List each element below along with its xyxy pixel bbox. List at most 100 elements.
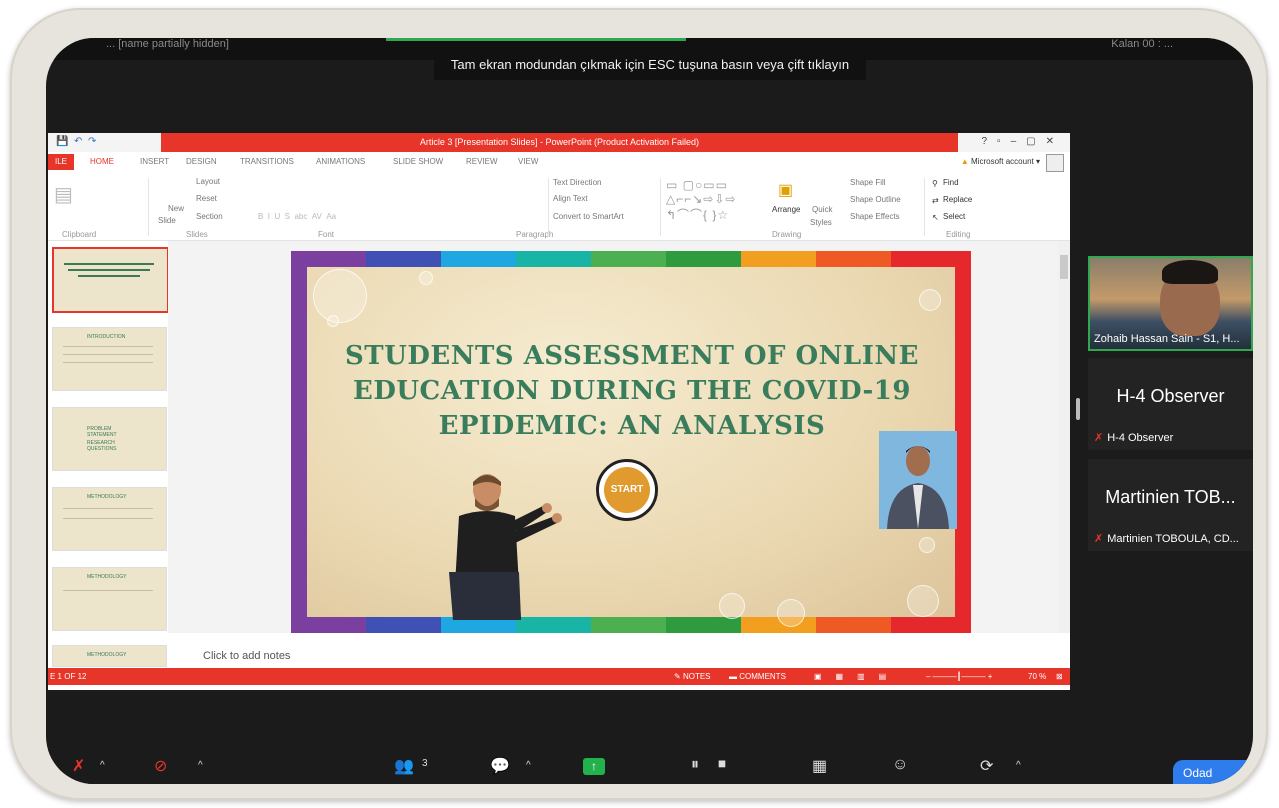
- shape-fill-button[interactable]: Shape Fill: [850, 178, 886, 187]
- mic-muted-icon: ✗: [1094, 432, 1104, 444]
- zoom-level[interactable]: 70 %: [1028, 668, 1046, 685]
- thumb-text-line: [63, 362, 153, 363]
- ribbon-tabs: ILE HOME INSERT DESIGN TRANSITIONS ANIMA…: [48, 152, 1070, 172]
- participants-icon[interactable]: 👥: [394, 756, 414, 776]
- participant-name: Zohaib Hassan Sain - S1, H...: [1094, 333, 1240, 345]
- align-text-button[interactable]: Align Text: [553, 194, 588, 203]
- replace-icon: ⇄: [932, 195, 939, 205]
- panel-resize-handle[interactable]: [1076, 398, 1080, 420]
- select-button: ↖ Select: [932, 212, 965, 222]
- find-label[interactable]: Find: [943, 178, 959, 187]
- zoom-slider[interactable]: – ———┃——— +: [926, 668, 992, 685]
- shape-outline-button[interactable]: Shape Outline: [850, 195, 901, 204]
- layout-button[interactable]: Layout: [196, 177, 220, 186]
- slide-title-line: EDUCATION DURING THE COVID-19: [353, 376, 911, 406]
- comments-button[interactable]: ▬ COMMENTS: [729, 668, 786, 685]
- thumb-title-line: [64, 263, 154, 265]
- find-button: ⚲ Find: [932, 178, 959, 188]
- quick-access-toolbar[interactable]: 💾 ↶ ↷: [56, 136, 96, 147]
- vertical-scrollbar[interactable]: [1058, 241, 1070, 633]
- tab-design[interactable]: DESIGN: [186, 157, 217, 166]
- decorative-bubble: [907, 585, 939, 617]
- participant-name: H-4 Observer: [1107, 432, 1174, 444]
- reset-button[interactable]: Reset: [196, 194, 217, 203]
- ribbon-divider: [548, 178, 549, 236]
- slide-thumbnail[interactable]: PROBLEM STATEMENT RESEARCH QUESTIONS: [52, 407, 167, 471]
- share-indicator: [386, 38, 686, 41]
- ppt-status-bar: E 1 OF 12 ✎ NOTES ▬ COMMENTS ▣▦▥▤ – ———┃…: [48, 668, 1070, 685]
- shapes-gallery[interactable]: ▭ ▢○▭▭ △⌐⌐↘⇨⇩⇨ ↰⌒⌒{ }☆: [666, 178, 736, 223]
- more-icon[interactable]: ⟳: [980, 756, 993, 776]
- tab-insert[interactable]: INSERT: [140, 157, 169, 166]
- slide-thumbnail[interactable]: METHODOLOGY: [52, 487, 167, 551]
- current-slide[interactable]: STUDENTS ASSESSMENT OF ONLINE EDUCATION …: [291, 251, 971, 633]
- reactions-icon[interactable]: ☺: [892, 756, 908, 774]
- account-label: Microsoft account: [971, 157, 1034, 166]
- tab-slide-show[interactable]: SLIDE SHOW: [393, 157, 443, 166]
- stop-share-icon[interactable]: ⏹: [718, 756, 726, 774]
- powerpoint-window: 💾 ↶ ↷ Article 3 [Presentation Slides] - …: [48, 133, 1070, 690]
- thumb-heading: RESEARCH QUESTIONS: [87, 440, 117, 452]
- presenter-photo: [879, 431, 957, 529]
- chevron-up-icon[interactable]: ^: [198, 760, 203, 771]
- slide-thumbnail[interactable]: METHODOLOGY: [52, 645, 167, 667]
- select-label[interactable]: Select: [943, 212, 965, 221]
- start-button[interactable]: START: [596, 459, 658, 521]
- slide-counter: E 1 OF 12: [50, 672, 87, 681]
- tab-file[interactable]: ILE: [48, 154, 74, 170]
- chat-icon[interactable]: 💬: [490, 756, 510, 776]
- tab-transitions[interactable]: TRANSITIONS: [240, 157, 294, 166]
- chevron-up-icon[interactable]: ^: [1016, 760, 1021, 771]
- font-format-buttons[interactable]: B I U S abc AV Aa: [258, 212, 336, 221]
- video-off-icon[interactable]: ⊘: [154, 756, 167, 776]
- top-left-name: ... [name partially hidden]: [106, 38, 229, 50]
- account-area[interactable]: ▲ Microsoft account ▾: [961, 157, 1040, 166]
- mute-icon[interactable]: ✗: [72, 756, 85, 776]
- text-direction-button[interactable]: Text Direction: [553, 178, 601, 187]
- tab-animations[interactable]: ANIMATIONS: [316, 157, 365, 166]
- apps-grid-icon[interactable]: ▦: [812, 756, 827, 776]
- warning-icon: ▲: [960, 157, 969, 166]
- tab-view[interactable]: VIEW: [518, 157, 538, 166]
- chevron-up-icon[interactable]: ^: [100, 760, 105, 771]
- participant-label: ✗ Martinien TOBOULA, CD...: [1094, 532, 1239, 545]
- meeting-toolbar: ✗ ^ ⊘ ^ 👥 3 💬 ^ ↑ ⏸ ⏹ ▦ ☺ ⟳ ^ Odad: [46, 750, 1253, 784]
- room-button[interactable]: Odad: [1173, 760, 1253, 784]
- group-clipboard: Clipboard: [62, 230, 97, 239]
- thumb-text-line: [63, 590, 153, 591]
- share-screen-button[interactable]: ↑: [583, 758, 605, 775]
- shape-effects-button[interactable]: Shape Effects: [850, 212, 900, 221]
- fit-slide-icon[interactable]: ⊠: [1056, 668, 1063, 685]
- slide-title-line: STUDENTS ASSESSMENT OF ONLINE: [345, 341, 919, 371]
- section-button[interactable]: Section: [196, 212, 223, 221]
- notes-pane[interactable]: Click to add notes: [168, 645, 1058, 667]
- tab-home[interactable]: HOME: [90, 157, 114, 166]
- participant-tile[interactable]: H-4 Observer ✗ H-4 Observer: [1088, 358, 1253, 450]
- chevron-up-icon[interactable]: ^: [526, 760, 531, 771]
- group-drawing: Drawing: [772, 230, 802, 239]
- view-buttons[interactable]: ▣▦▥▤: [814, 668, 900, 685]
- thumb-title-line: [78, 275, 140, 277]
- smartart-button[interactable]: Convert to SmartArt: [553, 212, 624, 221]
- ppt-window-title: Article 3 [Presentation Slides] - PowerP…: [161, 133, 958, 152]
- avatar[interactable]: [1046, 154, 1064, 172]
- slide-background: STUDENTS ASSESSMENT OF ONLINE EDUCATION …: [307, 267, 957, 627]
- slide-title-line: EPIDEMIC: AN ANALYSIS: [438, 411, 826, 441]
- cursor-icon: ↖: [932, 212, 939, 222]
- tab-review[interactable]: REVIEW: [466, 157, 498, 166]
- new-slide-label[interactable]: New: [168, 204, 184, 213]
- replace-label[interactable]: Replace: [943, 195, 972, 204]
- quick-styles-button[interactable]: Quick: [812, 205, 832, 214]
- arrange-button[interactable]: Arrange: [772, 205, 800, 214]
- pause-share-icon[interactable]: ⏸: [691, 756, 699, 774]
- slide-thumbnail[interactable]: METHODOLOGY: [52, 567, 167, 631]
- slide-thumbnail[interactable]: [52, 247, 169, 313]
- participant-video-tile[interactable]: Zohaib Hassan Sain - S1, H...: [1088, 256, 1253, 351]
- notes-button[interactable]: ✎ NOTES: [674, 668, 711, 685]
- window-controls[interactable]: ?▫–▢✕: [982, 136, 1065, 147]
- paste-icon[interactable]: ▤: [54, 182, 73, 207]
- thumb-heading: METHODOLOGY: [87, 652, 127, 658]
- scroll-thumb[interactable]: [1060, 255, 1068, 279]
- participant-tile[interactable]: Martinien TOB... ✗ Martinien TOBOULA, CD.…: [1088, 459, 1253, 551]
- slide-thumbnail[interactable]: INTRODUCTION: [52, 327, 167, 391]
